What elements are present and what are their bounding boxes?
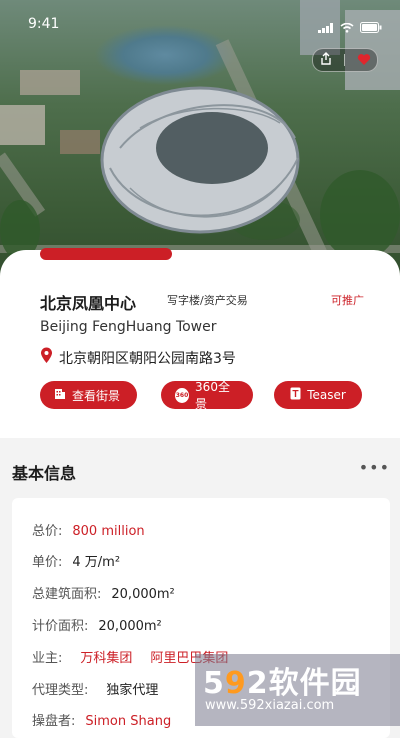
signal-icon <box>318 18 334 37</box>
wifi-icon <box>340 18 354 37</box>
location-pin-icon <box>40 347 53 368</box>
billing-area-label: 计价面积: <box>32 619 89 634</box>
property-english-name: Beijing FengHuang Tower <box>40 319 217 335</box>
info-row-gross-area: 总建筑面积: 20,000m² <box>32 583 175 602</box>
trader-link[interactable]: Simon Shang <box>85 714 171 729</box>
billing-area-value: 20,000m² <box>98 619 162 634</box>
phoenix-building <box>100 86 300 234</box>
card-accent-bar <box>40 248 172 260</box>
unit-price-label: 单价: <box>32 555 63 570</box>
status-bar: 9:41 <box>0 14 400 38</box>
property-category: 写字楼/资产交易 <box>167 294 248 307</box>
agency-type-label: 代理类型: <box>32 683 89 698</box>
promotable-badge: 可推广 <box>331 294 364 307</box>
property-title: 北京凤凰中心 <box>40 294 137 313</box>
address-text: 北京朝阳区朝阳公园南路3号 <box>59 350 236 367</box>
panorama-360-label: 360全景 <box>195 380 230 411</box>
agency-type-value: 独家代理 <box>106 683 159 698</box>
gross-area-label: 总建筑面积: <box>32 587 102 602</box>
owner-label: 业主: <box>32 651 63 666</box>
gross-area-value: 20,000m² <box>111 587 175 602</box>
info-row-agency-type: 代理类型: 独家代理 <box>32 679 158 698</box>
status-time: 9:41 <box>28 16 60 32</box>
hero-action-group <box>312 48 378 72</box>
property-address: 北京朝阳区朝阳公园南路3号 <box>40 347 236 368</box>
total-price-value: 800 million <box>72 524 145 539</box>
watermark-url: www.592xiazai.com <box>205 698 335 713</box>
panorama-360-icon: 360 <box>175 387 190 403</box>
unit-price-value: 4 万/m² <box>72 555 121 570</box>
watermark-brand: 592软件园 <box>203 666 362 701</box>
info-row-unit-price: 单价: 4 万/m² <box>32 551 120 570</box>
info-row-total-price: 总价: 800 million <box>32 520 145 539</box>
favorite-heart-icon[interactable] <box>357 51 371 70</box>
site-watermark: 592软件园 www.592xiazai.com <box>195 654 400 726</box>
more-options-icon[interactable]: ••• <box>359 458 390 477</box>
info-row-trader: 操盘者: Simon Shang <box>32 710 171 729</box>
street-view-label: 查看街景 <box>72 388 121 403</box>
teaser-label: Teaser <box>307 388 346 402</box>
teaser-button[interactable]: Teaser <box>274 381 362 409</box>
share-icon[interactable] <box>319 51 333 70</box>
info-row-billing-area: 计价面积: 20,000m² <box>32 615 162 634</box>
section-title: 基本信息 <box>12 464 77 483</box>
building-icon <box>54 388 66 403</box>
total-price-label: 总价: <box>32 524 63 539</box>
divider <box>344 54 346 66</box>
panorama-360-button[interactable]: 360 360全景 <box>161 380 253 411</box>
street-view-button[interactable]: 查看街景 <box>40 381 137 409</box>
owner-link-1[interactable]: 万科集团 <box>80 647 132 666</box>
trader-label: 操盘者: <box>32 714 76 729</box>
document-icon <box>290 387 301 403</box>
battery-icon <box>360 18 382 37</box>
